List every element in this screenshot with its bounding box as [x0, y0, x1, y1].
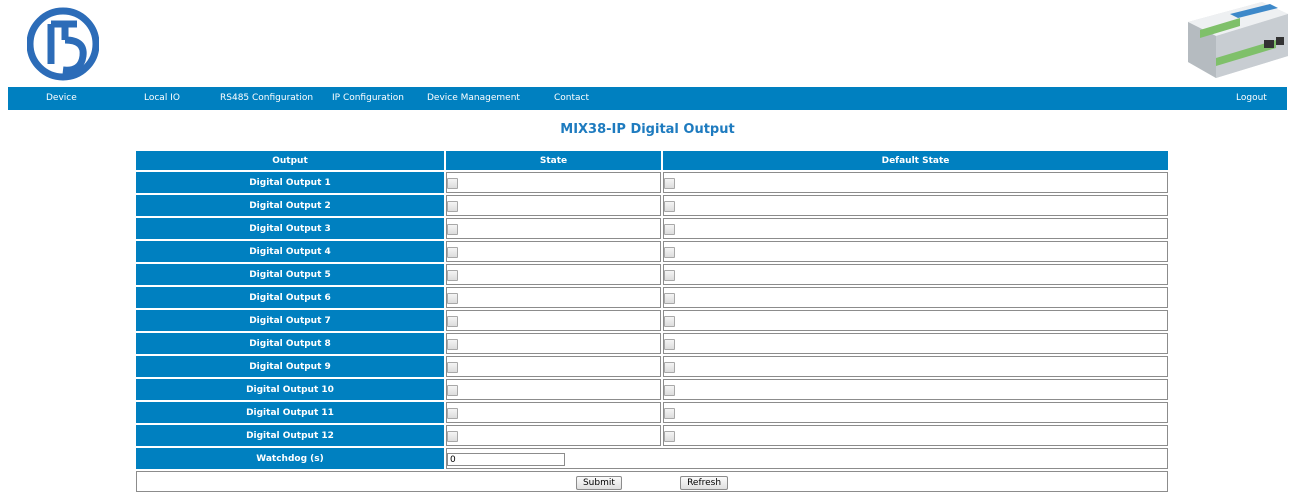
g5-logo — [27, 7, 99, 81]
header-state: State — [446, 151, 661, 170]
default-state-checkbox[interactable] — [664, 178, 675, 189]
page-title: MIX38-IP Digital Output — [560, 122, 735, 137]
device-image — [1188, 2, 1288, 78]
table-row: Digital Output 12 — [136, 425, 1168, 446]
table-row: Digital Output 1 — [136, 172, 1168, 193]
submit-button[interactable]: Submit — [575, 475, 622, 490]
default-state-checkbox[interactable] — [664, 431, 675, 442]
default-state-checkbox[interactable] — [664, 201, 675, 212]
state-checkbox[interactable] — [447, 431, 458, 442]
table-row: Digital Output 9 — [136, 356, 1168, 377]
default-state-checkbox[interactable] — [664, 293, 675, 304]
default-state-checkbox[interactable] — [664, 385, 675, 396]
state-checkbox[interactable] — [447, 178, 458, 189]
default-state-checkbox[interactable] — [664, 362, 675, 373]
table-row: Digital Output 8 — [136, 333, 1168, 354]
default-state-checkbox[interactable] — [664, 316, 675, 327]
state-checkbox[interactable] — [447, 339, 458, 350]
table-row: Digital Output 7 — [136, 310, 1168, 331]
output-label: Digital Output 12 — [136, 425, 444, 446]
state-checkbox[interactable] — [447, 362, 458, 373]
output-label: Digital Output 8 — [136, 333, 444, 354]
table-row: Digital Output 11 — [136, 402, 1168, 423]
output-label: Digital Output 11 — [136, 402, 444, 423]
default-state-checkbox[interactable] — [664, 247, 675, 258]
nav-local-io[interactable]: Local IO — [144, 87, 180, 110]
table-row: Digital Output 5 — [136, 264, 1168, 285]
table-row: Digital Output 4 — [136, 241, 1168, 262]
state-checkbox[interactable] — [447, 270, 458, 281]
table-row: Digital Output 2 — [136, 195, 1168, 216]
nav-device[interactable]: Device — [46, 87, 77, 110]
output-label: Digital Output 7 — [136, 310, 444, 331]
nav-contact[interactable]: Contact — [554, 87, 589, 110]
table-row: Digital Output 3 — [136, 218, 1168, 239]
state-checkbox[interactable] — [447, 293, 458, 304]
state-checkbox[interactable] — [447, 385, 458, 396]
default-state-checkbox[interactable] — [664, 339, 675, 350]
output-label: Digital Output 2 — [136, 195, 444, 216]
button-row: Submit Refresh — [136, 471, 1168, 492]
output-label: Digital Output 5 — [136, 264, 444, 285]
nav-bar: Device Local IO RS485 Configuration IP C… — [8, 87, 1287, 110]
watchdog-input[interactable] — [447, 453, 565, 466]
state-checkbox[interactable] — [447, 201, 458, 212]
state-checkbox[interactable] — [447, 408, 458, 419]
refresh-button[interactable]: Refresh — [680, 475, 729, 490]
nav-ip-configuration[interactable]: IP Configuration — [332, 87, 404, 110]
output-label: Digital Output 10 — [136, 379, 444, 400]
nav-rs485-configuration[interactable]: RS485 Configuration — [220, 87, 313, 110]
nav-logout[interactable]: Logout — [1236, 87, 1267, 110]
output-label: Digital Output 1 — [136, 172, 444, 193]
output-label: Digital Output 6 — [136, 287, 444, 308]
table-row: Digital Output 10 — [136, 379, 1168, 400]
default-state-checkbox[interactable] — [664, 408, 675, 419]
nav-device-management[interactable]: Device Management — [427, 87, 520, 110]
state-checkbox[interactable] — [447, 247, 458, 258]
output-label: Digital Output 3 — [136, 218, 444, 239]
state-checkbox[interactable] — [447, 224, 458, 235]
header-output: Output — [136, 151, 444, 170]
table-row: Digital Output 6 — [136, 287, 1168, 308]
default-state-checkbox[interactable] — [664, 270, 675, 281]
digital-output-table: Output State Default State Digital Outpu… — [134, 149, 1170, 494]
output-label: Digital Output 4 — [136, 241, 444, 262]
header-default-state: Default State — [663, 151, 1168, 170]
default-state-checkbox[interactable] — [664, 224, 675, 235]
output-label: Digital Output 9 — [136, 356, 444, 377]
state-checkbox[interactable] — [447, 316, 458, 327]
